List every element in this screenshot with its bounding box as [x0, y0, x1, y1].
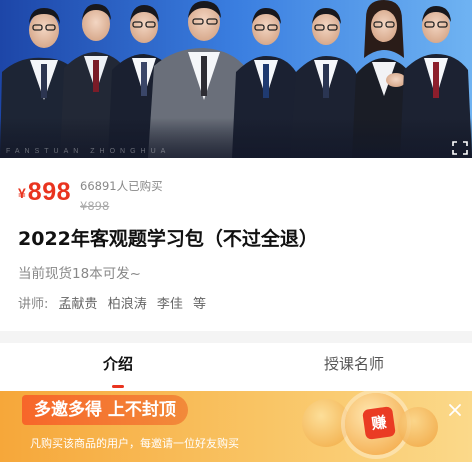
teacher-name[interactable]: 孟献贵: [59, 297, 98, 312]
teacher-list: 讲师: 孟献贵 柏浪涛 李佳 等: [18, 293, 212, 312]
teacher-name[interactable]: 柏浪涛: [108, 297, 147, 312]
promo-headline: 多邀多得 上不封顶: [22, 395, 188, 425]
current-price: ¥898: [18, 178, 71, 207]
tab-label: 介绍: [102, 355, 133, 373]
close-icon[interactable]: [448, 403, 462, 417]
tab-label: 授课名师: [323, 355, 384, 373]
instructors-photo: [0, 0, 472, 158]
teacher-name[interactable]: 李佳: [157, 297, 183, 312]
price-value: 898: [27, 178, 72, 206]
earn-badge: 赚: [362, 406, 396, 440]
currency-symbol: ¥: [18, 185, 26, 201]
active-tab-indicator: [112, 385, 124, 388]
tab-instructors[interactable]: 授课名师: [236, 343, 472, 391]
section-divider: [0, 331, 472, 343]
product-hero-banner[interactable]: FANSTUAN ZHONGHUA: [0, 0, 472, 158]
product-title: 2022年客观题学习包（不过全退）: [18, 228, 318, 250]
teacher-more: 等: [193, 297, 207, 312]
fullscreen-icon[interactable]: [452, 141, 468, 155]
teachers-label: 讲师:: [18, 297, 49, 312]
original-price: ¥898: [80, 199, 110, 213]
sold-count: 66891人已购买: [80, 179, 163, 193]
stock-note: 当前现货18本可发~: [18, 266, 141, 282]
hero-watermark: FANSTUAN ZHONGHUA: [6, 148, 171, 155]
coin-decoration: [398, 407, 438, 447]
promo-description: 凡购买该商品的用户，每邀请一位好友购买: [30, 437, 239, 450]
invite-promo-banner[interactable]: 多邀多得 上不封顶 凡购买该商品的用户，每邀请一位好友购买 赚: [0, 391, 472, 462]
detail-tabs: 介绍 授课名师: [0, 343, 472, 391]
tab-introduction[interactable]: 介绍: [0, 343, 236, 391]
coin-decoration: [302, 399, 350, 447]
